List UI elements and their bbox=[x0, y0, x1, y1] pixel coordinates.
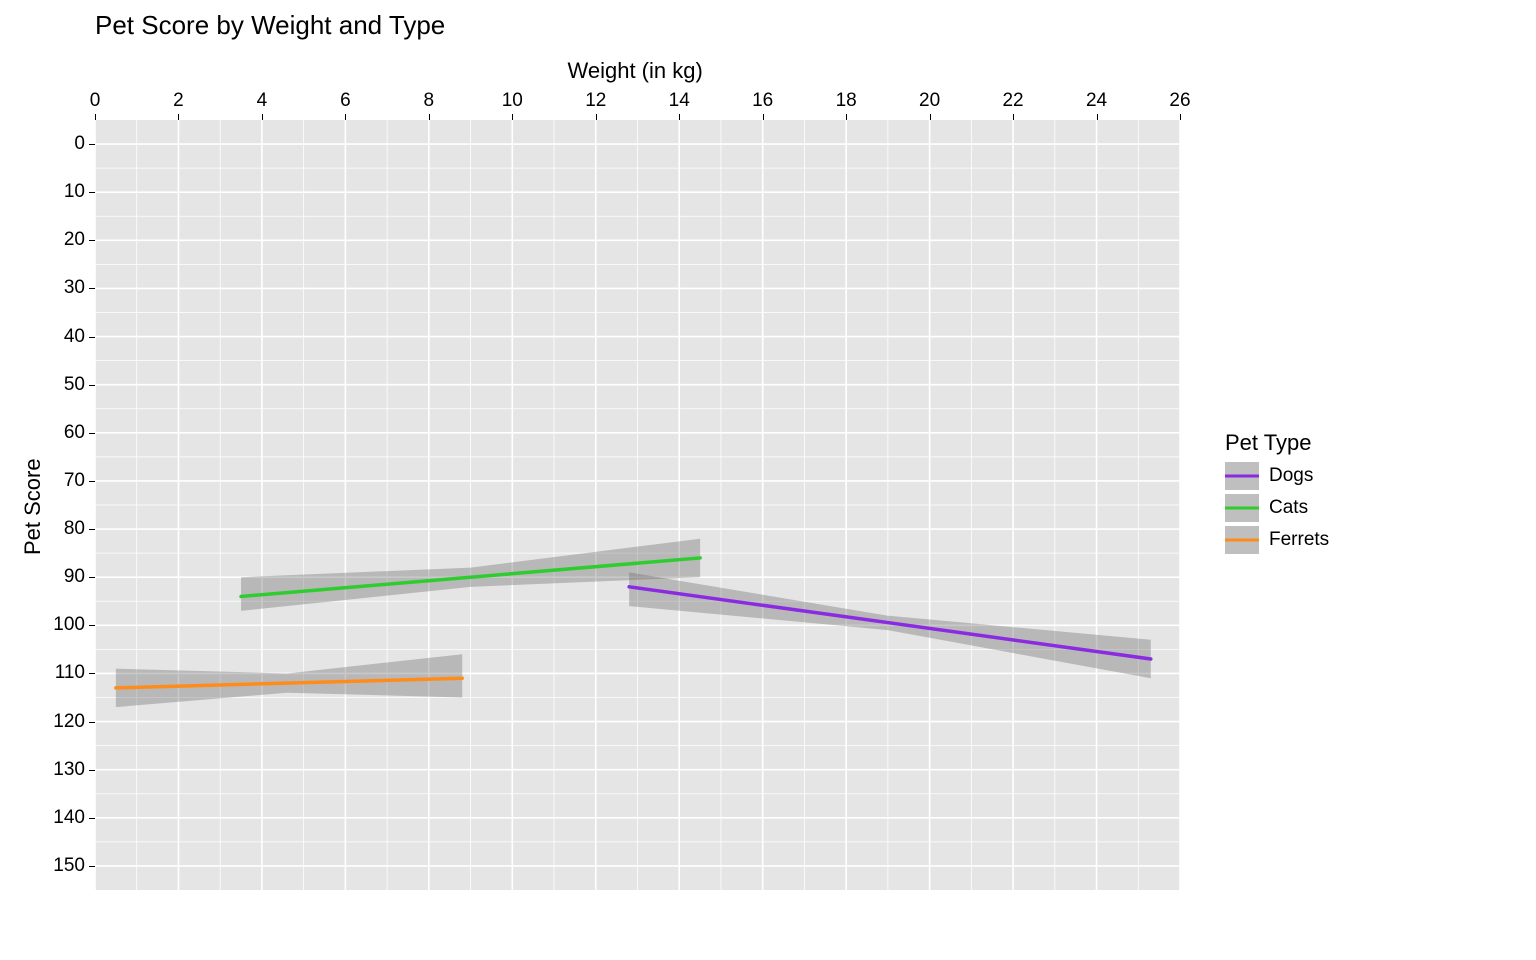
legend-key-icon bbox=[1225, 494, 1259, 522]
x-tick-label: 14 bbox=[669, 90, 690, 112]
x-tick-mark bbox=[930, 114, 931, 120]
y-tick-label: 120 bbox=[25, 711, 85, 733]
x-tick-label: 24 bbox=[1086, 90, 1107, 112]
y-tick-mark bbox=[89, 144, 95, 145]
y-tick-mark bbox=[89, 481, 95, 482]
y-tick-mark bbox=[89, 866, 95, 867]
y-tick-label: 50 bbox=[25, 374, 85, 396]
y-tick-label: 90 bbox=[25, 566, 85, 588]
legend-title: Pet Type bbox=[1225, 430, 1329, 456]
x-tick-label: 20 bbox=[919, 90, 940, 112]
y-tick-mark bbox=[89, 240, 95, 241]
x-tick-mark bbox=[512, 114, 513, 120]
x-tick-label: 8 bbox=[424, 90, 435, 112]
y-tick-label: 20 bbox=[25, 229, 85, 251]
legend-label: Dogs bbox=[1269, 465, 1313, 487]
x-tick-label: 4 bbox=[257, 90, 268, 112]
x-tick-mark bbox=[345, 114, 346, 120]
y-tick-mark bbox=[89, 673, 95, 674]
y-tick-mark bbox=[89, 625, 95, 626]
x-tick-label: 0 bbox=[90, 90, 101, 112]
plot-area bbox=[95, 120, 1180, 890]
y-tick-label: 150 bbox=[25, 855, 85, 877]
y-tick-mark bbox=[89, 433, 95, 434]
x-tick-mark bbox=[846, 114, 847, 120]
y-tick-mark bbox=[89, 385, 95, 386]
y-tick-mark bbox=[89, 722, 95, 723]
y-tick-label: 100 bbox=[25, 614, 85, 636]
y-tick-mark bbox=[89, 337, 95, 338]
x-tick-mark bbox=[596, 114, 597, 120]
chart-title: Pet Score by Weight and Type bbox=[95, 10, 445, 41]
legend-label: Ferrets bbox=[1269, 529, 1329, 551]
y-tick-label: 130 bbox=[25, 759, 85, 781]
y-tick-label: 70 bbox=[25, 470, 85, 492]
y-tick-mark bbox=[89, 288, 95, 289]
legend: Pet Type Dogs Cats Ferrets bbox=[1225, 430, 1329, 558]
x-tick-mark bbox=[178, 114, 179, 120]
y-tick-label: 60 bbox=[25, 422, 85, 444]
x-axis-label: Weight (in kg) bbox=[568, 58, 703, 84]
y-tick-label: 110 bbox=[25, 662, 85, 684]
legend-key-icon bbox=[1225, 462, 1259, 490]
legend-item: Ferrets bbox=[1225, 526, 1329, 554]
x-tick-mark bbox=[262, 114, 263, 120]
x-tick-label: 16 bbox=[752, 90, 773, 112]
x-tick-label: 18 bbox=[836, 90, 857, 112]
y-tick-label: 0 bbox=[25, 133, 85, 155]
y-tick-mark bbox=[89, 577, 95, 578]
y-tick-mark bbox=[89, 529, 95, 530]
x-tick-mark bbox=[1097, 114, 1098, 120]
y-tick-mark bbox=[89, 770, 95, 771]
x-tick-mark bbox=[679, 114, 680, 120]
x-tick-mark bbox=[429, 114, 430, 120]
legend-item: Cats bbox=[1225, 494, 1329, 522]
x-tick-mark bbox=[1180, 114, 1181, 120]
legend-label: Cats bbox=[1269, 497, 1308, 519]
y-tick-label: 40 bbox=[25, 326, 85, 348]
legend-item: Dogs bbox=[1225, 462, 1329, 490]
legend-key-icon bbox=[1225, 526, 1259, 554]
y-tick-label: 140 bbox=[25, 807, 85, 829]
x-tick-mark bbox=[95, 114, 96, 120]
y-tick-label: 80 bbox=[25, 518, 85, 540]
y-tick-label: 10 bbox=[25, 181, 85, 203]
x-tick-label: 6 bbox=[340, 90, 351, 112]
x-tick-label: 12 bbox=[585, 90, 606, 112]
x-tick-label: 26 bbox=[1169, 90, 1190, 112]
x-tick-label: 10 bbox=[502, 90, 523, 112]
x-tick-mark bbox=[1013, 114, 1014, 120]
y-tick-label: 30 bbox=[25, 277, 85, 299]
x-tick-label: 2 bbox=[173, 90, 184, 112]
y-tick-mark bbox=[89, 192, 95, 193]
x-tick-label: 22 bbox=[1002, 90, 1023, 112]
y-tick-mark bbox=[89, 818, 95, 819]
x-tick-mark bbox=[763, 114, 764, 120]
